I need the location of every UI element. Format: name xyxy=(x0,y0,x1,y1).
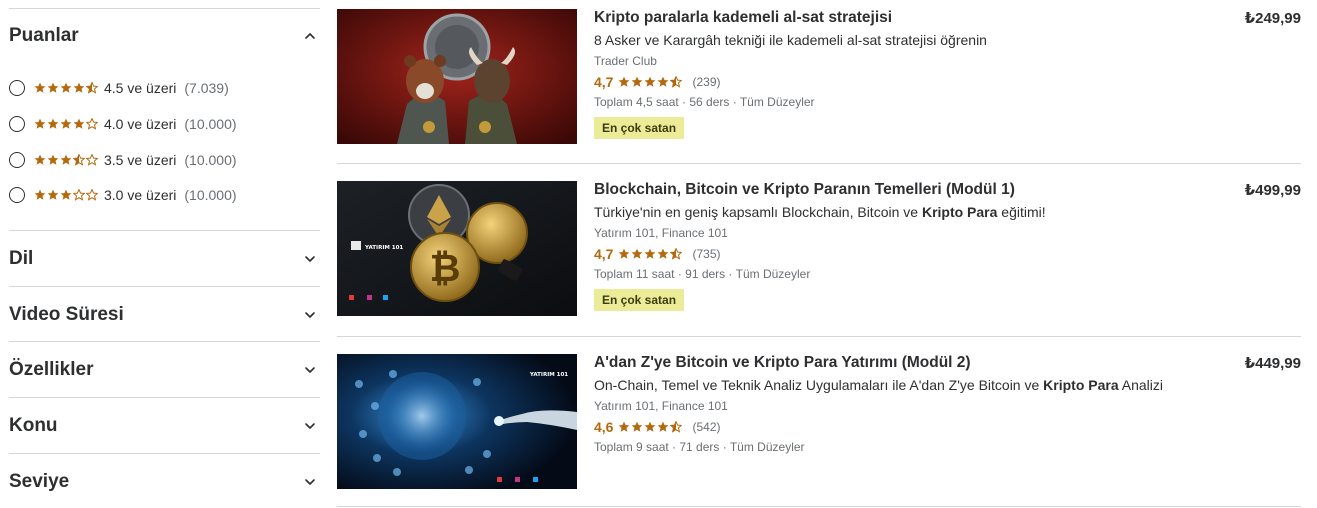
star-rating-icon xyxy=(34,154,98,166)
rating-option-count: (10.000) xyxy=(184,116,237,132)
rating-option-label: 4.5 ve üzeri xyxy=(104,80,177,96)
rating-option-count: (7.039) xyxy=(184,80,229,96)
rating-option-4-0[interactable]: 4.0 ve üzeri (10.000) xyxy=(9,113,237,135)
filter-section-title: Seviye xyxy=(9,470,70,492)
rating-option-4-5[interactable]: 4.5 ve üzeri (7.039) xyxy=(9,77,229,99)
divider xyxy=(9,8,320,9)
rating-value: 4,7 xyxy=(594,74,614,90)
chevron-down-icon xyxy=(304,420,316,432)
bestseller-badge: En çok satan xyxy=(594,117,685,139)
crypto-coins-image: ₿ YATIRIM 101 xyxy=(337,181,577,316)
course-meta: Toplam 4,5 saat · 56 ders · Tüm Düzeyler xyxy=(594,95,815,109)
course-price: ₺249,99 xyxy=(1244,10,1301,27)
star-rating-icon xyxy=(618,76,683,88)
rating-option-3-0[interactable]: 3.0 ve üzeri (10.000) xyxy=(9,184,237,206)
svg-text:₿: ₿ xyxy=(430,246,461,290)
divider xyxy=(337,336,1301,337)
course-description: Türkiye'nin en geniş kapsamlı Blockchain… xyxy=(594,204,1046,220)
chevron-up-icon xyxy=(304,30,316,42)
rating-option-label: 3.0 ve üzeri xyxy=(104,187,177,203)
course-thumbnail[interactable] xyxy=(337,9,577,144)
thumbnail-brand-text: YATIRIM 101 xyxy=(364,245,403,251)
course-price: ₺449,99 xyxy=(1244,355,1301,372)
radio-button[interactable] xyxy=(9,187,25,203)
review-count: (542) xyxy=(692,420,721,434)
filter-section-language[interactable]: Dil xyxy=(9,230,320,286)
rating-value: 4,7 xyxy=(594,246,614,262)
course-instructor: Yatırım 101, Finance 101 xyxy=(594,399,728,413)
thumbnail-brand-text: YATIRIM 101 xyxy=(529,372,568,378)
chevron-down-icon xyxy=(304,476,316,488)
course-thumbnail[interactable]: YATIRIM 101 xyxy=(337,354,577,489)
radio-button[interactable] xyxy=(9,152,25,168)
filter-section-title: Dil xyxy=(9,247,34,269)
review-count: (735) xyxy=(692,247,721,261)
review-count: (239) xyxy=(692,75,721,89)
star-rating-icon xyxy=(34,118,98,130)
rating-option-label: 3.5 ve üzeri xyxy=(104,152,177,168)
digital-globe-hand-image: YATIRIM 101 xyxy=(337,354,577,489)
course-info: Blockchain, Bitcoin ve Kripto Paranın Te… xyxy=(594,181,1214,311)
course-rating: 4,7 (239) xyxy=(594,73,1214,91)
course-card[interactable]: ₿ YATIRIM 101 Blockchain, Bitcoin ve Kri… xyxy=(337,181,1301,317)
rating-value: 4,6 xyxy=(594,419,614,435)
course-info: A'dan Z'ye Bitcoin ve Kripto Para Yatırı… xyxy=(594,354,1214,455)
course-thumbnail[interactable]: ₿ YATIRIM 101 xyxy=(337,181,577,316)
divider xyxy=(337,506,1301,507)
course-info: Kripto paralarla kademeli al-sat stratej… xyxy=(594,9,1214,139)
course-card[interactable]: Kripto paralarla kademeli al-sat stratej… xyxy=(337,9,1301,145)
chevron-down-icon xyxy=(304,309,316,321)
course-title[interactable]: Kripto paralarla kademeli al-sat stratej… xyxy=(594,9,1214,27)
filter-section-title: Video Süresi xyxy=(9,303,124,325)
course-card[interactable]: YATIRIM 101 A'dan Z'ye Bitcoin ve Kripto… xyxy=(337,354,1301,490)
course-rating: 4,6 (542) xyxy=(594,418,1214,436)
filter-section-level[interactable]: Seviye xyxy=(9,453,320,508)
radio-button[interactable] xyxy=(9,116,25,132)
course-description: 8 Asker ve Karargâh tekniği ile kademeli… xyxy=(594,32,987,48)
ratings-filter-title: Puanlar xyxy=(9,25,79,46)
course-title[interactable]: Blockchain, Bitcoin ve Kripto Paranın Te… xyxy=(594,181,1214,199)
divider xyxy=(337,163,1301,164)
chevron-down-icon xyxy=(304,253,316,265)
bestseller-badge: En çok satan xyxy=(594,289,685,311)
course-description: On-Chain, Temel ve Teknik Analiz Uygulam… xyxy=(594,377,1163,393)
course-instructor: Yatırım 101, Finance 101 xyxy=(594,226,728,240)
chevron-down-icon xyxy=(304,364,316,376)
rating-option-count: (10.000) xyxy=(184,152,237,168)
ratings-filter-header[interactable]: Puanlar xyxy=(9,24,320,48)
star-rating-icon xyxy=(618,248,683,260)
filter-section-title: Özellikler xyxy=(9,358,94,380)
star-rating-icon xyxy=(34,82,98,94)
course-price: ₺499,99 xyxy=(1244,182,1301,199)
filter-section-features[interactable]: Özellikler xyxy=(9,341,320,397)
radio-button[interactable] xyxy=(9,80,25,96)
star-rating-icon xyxy=(34,189,98,201)
rating-option-count: (10.000) xyxy=(184,187,237,203)
star-rating-icon xyxy=(618,421,683,433)
filter-section-title: Konu xyxy=(9,414,58,436)
course-meta: Toplam 11 saat · 91 ders · Tüm Düzeyler xyxy=(594,267,811,281)
course-title[interactable]: A'dan Z'ye Bitcoin ve Kripto Para Yatırı… xyxy=(594,354,1214,372)
course-meta: Toplam 9 saat · 71 ders · Tüm Düzeyler xyxy=(594,440,805,454)
rating-option-label: 4.0 ve üzeri xyxy=(104,116,177,132)
filter-section-topic[interactable]: Konu xyxy=(9,397,320,453)
filter-section-video-duration[interactable]: Video Süresi xyxy=(9,286,320,342)
course-instructor: Trader Club xyxy=(594,54,657,68)
rating-option-3-5[interactable]: 3.5 ve üzeri (10.000) xyxy=(9,149,237,171)
course-rating: 4,7 (735) xyxy=(594,245,1214,263)
bear-bull-soldiers-image xyxy=(337,9,577,144)
